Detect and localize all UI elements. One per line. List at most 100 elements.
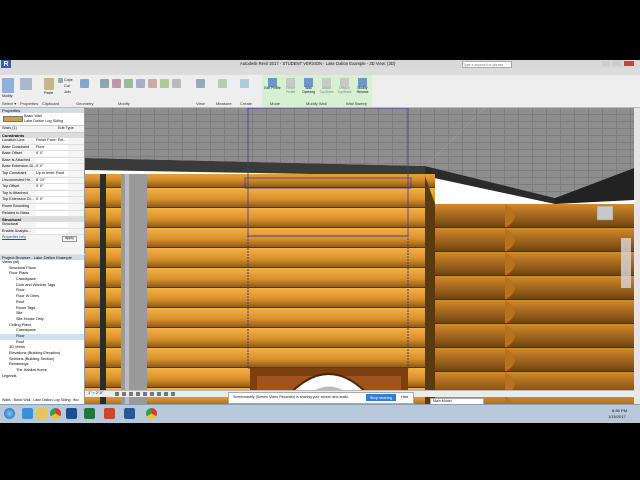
context-button-4[interactable]: Detach Top/Base bbox=[336, 78, 353, 102]
property-row: Unconnected He... 6' 10" bbox=[0, 177, 84, 185]
property-value[interactable] bbox=[36, 210, 68, 216]
property-row: Top Offset 0' 0" bbox=[0, 184, 84, 191]
property-row: Base Constraint Floor bbox=[0, 144, 84, 152]
align-icon[interactable] bbox=[100, 79, 109, 88]
model-label: Main Model bbox=[433, 398, 452, 403]
property-value[interactable] bbox=[36, 190, 68, 196]
view-icon[interactable] bbox=[196, 79, 205, 88]
property-value[interactable] bbox=[36, 157, 68, 163]
modify-cursor-icon[interactable] bbox=[2, 78, 14, 93]
modify-button-label[interactable]: Modify bbox=[2, 94, 13, 99]
property-value[interactable] bbox=[36, 222, 68, 228]
property-label: Base is Attached bbox=[2, 157, 31, 162]
property-label: Base Offset bbox=[2, 151, 22, 156]
property-value[interactable]: 6' 10" bbox=[36, 177, 68, 183]
copy-icon[interactable] bbox=[148, 79, 157, 88]
revit-taskbar-icon[interactable] bbox=[66, 408, 77, 419]
property-value[interactable] bbox=[36, 203, 68, 209]
property-row: Location Line Finish Face: Ext... bbox=[0, 138, 84, 145]
file-explorer-icon[interactable] bbox=[36, 408, 47, 419]
context-button-2[interactable]: Wall Opening bbox=[300, 78, 317, 102]
trim-icon[interactable] bbox=[172, 79, 181, 88]
paste-icon[interactable] bbox=[44, 78, 54, 90]
context-button-label: Edit Profile bbox=[264, 86, 281, 90]
3d-house-model[interactable] bbox=[85, 108, 634, 405]
property-value[interactable]: Finish Face: Ext... bbox=[36, 138, 68, 143]
context-button-5[interactable]: Modify Returns bbox=[354, 78, 371, 102]
clock-time[interactable]: 6:36 PM bbox=[612, 409, 627, 413]
join-label[interactable]: Join bbox=[64, 90, 71, 95]
property-value[interactable]: 0' 0" bbox=[36, 197, 68, 203]
properties-icon[interactable] bbox=[20, 78, 32, 90]
context-button-label: Modify Returns bbox=[356, 86, 369, 94]
mirror-icon[interactable] bbox=[124, 79, 133, 88]
property-value[interactable]: 0' 0" bbox=[36, 164, 68, 170]
chrome-icon[interactable] bbox=[50, 408, 61, 419]
internet-explorer-icon[interactable] bbox=[22, 408, 33, 419]
property-value[interactable]: Up to level: Roof bbox=[36, 170, 68, 176]
search-input[interactable] bbox=[462, 61, 512, 68]
status-text: Walls : Basic Wall : Lake Dalton Log Sid… bbox=[2, 398, 79, 402]
browser-item[interactable]: Legends bbox=[0, 374, 84, 380]
edit-type-button[interactable]: Edit Type bbox=[58, 126, 74, 131]
property-row: Structural bbox=[0, 222, 84, 229]
property-value[interactable] bbox=[36, 228, 68, 234]
type-selector[interactable]: Basic Wall Lake Dalton Log Siding bbox=[0, 113, 84, 126]
measure-icon[interactable] bbox=[218, 79, 227, 88]
context-button-3[interactable]: Attach Top/Base bbox=[318, 78, 335, 102]
create-icon[interactable] bbox=[240, 79, 249, 88]
move-icon[interactable] bbox=[136, 79, 145, 88]
cut-label[interactable]: Cut bbox=[64, 84, 70, 89]
context-button-0[interactable]: Edit Profile bbox=[264, 78, 281, 102]
context-button-1[interactable]: Reset Profile bbox=[282, 78, 299, 102]
powerpoint-icon[interactable] bbox=[104, 408, 115, 419]
context-button-label: Reset Profile bbox=[285, 86, 296, 94]
property-value[interactable]: 0' 0" bbox=[36, 151, 68, 157]
cope-label[interactable]: Cope bbox=[64, 78, 73, 83]
start-button-icon[interactable] bbox=[4, 408, 15, 419]
screen-share-notice: Screencastify (Screen Video Recorder) is… bbox=[228, 392, 414, 404]
clock-date[interactable]: 1/15/2017 bbox=[608, 415, 626, 419]
apply-button[interactable]: Apply bbox=[62, 236, 77, 242]
properties-palette: Properties Basic Wall Lake Dalton Log Si… bbox=[0, 108, 85, 254]
viewport-scrollbar[interactable] bbox=[634, 108, 640, 405]
ribbon-group-label: Measure bbox=[216, 101, 232, 106]
view-scale[interactable]: 1" = 2'-0" bbox=[88, 391, 103, 396]
geometry-icon[interactable] bbox=[80, 79, 89, 88]
property-row: Top Extension Di... 0' 0" bbox=[0, 197, 84, 204]
property-value[interactable]: Floor bbox=[36, 144, 68, 150]
stop-sharing-button[interactable]: Stop sharing bbox=[366, 394, 396, 401]
properties-footer: Properties help Apply bbox=[0, 235, 84, 242]
chrome-second-icon[interactable] bbox=[146, 408, 157, 419]
cut-icon[interactable] bbox=[58, 78, 63, 83]
ribbon-group-label: Select ▾ bbox=[2, 101, 17, 106]
3d-viewport[interactable] bbox=[85, 108, 634, 405]
notice-text: Screencastify (Screen Video Recorder) is… bbox=[233, 395, 350, 399]
offset-icon[interactable] bbox=[112, 79, 121, 88]
windows-taskbar: 6:36 PM 1/15/2017 bbox=[0, 404, 640, 423]
close-icon[interactable] bbox=[624, 61, 634, 66]
rotate-icon[interactable] bbox=[160, 79, 169, 88]
property-row: Enable Analytic... bbox=[0, 228, 84, 236]
ribbon-group-label: Wall Sweep bbox=[346, 101, 367, 106]
ribbon-group-label: Modify bbox=[118, 101, 130, 106]
minimize-icon[interactable] bbox=[602, 61, 610, 66]
property-value[interactable]: 0' 0" bbox=[36, 184, 68, 190]
view-controls-icons[interactable] bbox=[115, 392, 175, 396]
excel-icon[interactable] bbox=[84, 408, 95, 419]
revit-window: R Autodesk Revit 2017 - STUDENT VERSION … bbox=[0, 60, 640, 422]
properties-help-link[interactable]: Properties help bbox=[2, 236, 26, 240]
ribbon-group-label: Mode bbox=[270, 101, 281, 106]
maximize-icon[interactable] bbox=[613, 61, 621, 66]
property-label: Top Extension Di... bbox=[2, 197, 34, 202]
hide-button[interactable]: Hide bbox=[401, 395, 408, 400]
instance-selector[interactable]: Walls (1) bbox=[2, 126, 17, 131]
ribbon-group-label: Clipboard bbox=[42, 101, 60, 106]
structural-rows: Structural Enable Analytic... bbox=[0, 222, 84, 236]
context-button-label: Detach Top/Base bbox=[337, 86, 352, 94]
property-row: Base Extension Di... 0' 0" bbox=[0, 164, 84, 171]
ribbon-group-label: Modify Wall bbox=[306, 101, 327, 106]
word-icon[interactable] bbox=[124, 408, 135, 419]
paste-label[interactable]: Paste bbox=[44, 91, 53, 96]
property-label: Room Bounding bbox=[2, 203, 30, 208]
